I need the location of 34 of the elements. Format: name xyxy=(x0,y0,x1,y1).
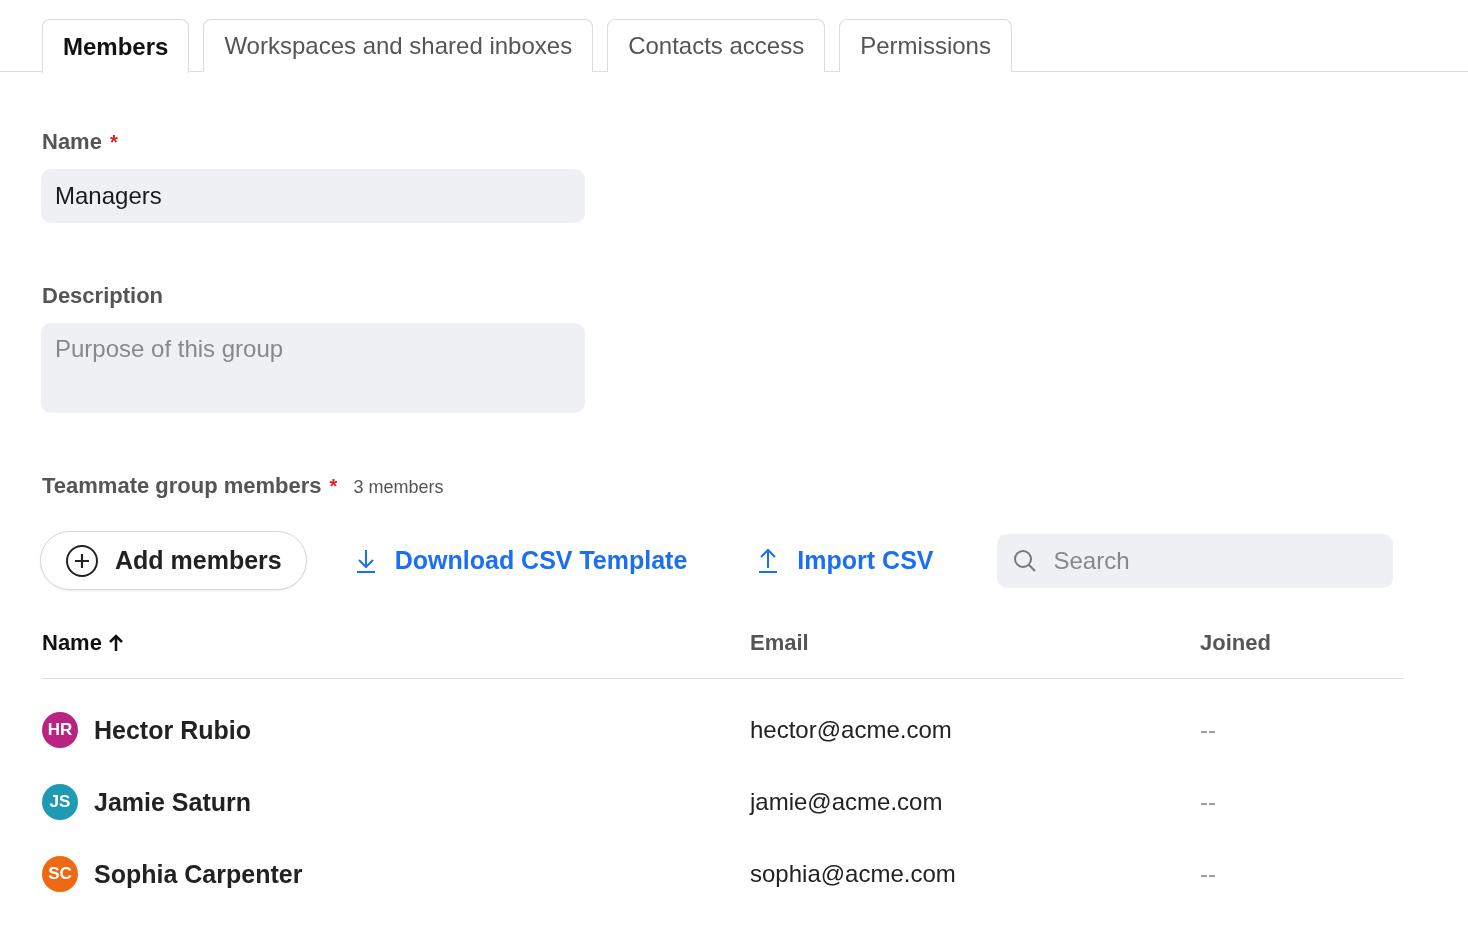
joined-date: -- xyxy=(1200,716,1216,743)
tab[interactable]: Members xyxy=(42,19,190,73)
column-header[interactable]: Joined xyxy=(1200,630,1404,656)
column-header[interactable]: Name xyxy=(42,630,750,656)
joined-date: -- xyxy=(1200,788,1216,815)
tab[interactable]: Permissions xyxy=(839,19,1012,72)
member-email: jamie@acme.com xyxy=(750,788,944,816)
field-label: Description xyxy=(42,283,164,309)
avatar: JS xyxy=(42,784,78,820)
member-email: hector@acme.com xyxy=(750,716,953,744)
plus-circle-icon xyxy=(65,543,99,578)
field-label: Teammate group members xyxy=(42,473,322,499)
import-csv-link[interactable]: Import CSV xyxy=(757,546,934,575)
add-members-button[interactable]: Add members xyxy=(40,531,307,590)
tab[interactable]: Workspaces and shared inboxes xyxy=(203,19,594,72)
avatar: SC xyxy=(42,856,78,892)
download-icon xyxy=(354,547,377,574)
download-csv-link[interactable]: Download CSV Template xyxy=(354,546,688,575)
member-email: sophia@acme.com xyxy=(750,860,957,888)
joined-date: -- xyxy=(1200,860,1216,887)
required-mark: * xyxy=(109,131,118,154)
required-mark: * xyxy=(329,475,338,498)
tab[interactable]: Contacts access xyxy=(607,19,826,72)
upload-icon xyxy=(757,547,780,574)
name-input[interactable]: Managers xyxy=(41,169,585,223)
member-name: Hector Rubio xyxy=(94,715,251,745)
member-count: 3 members xyxy=(353,477,444,498)
field-label: Name xyxy=(42,129,102,155)
member-name: Sophia Carpenter xyxy=(94,859,303,889)
member-name: Jamie Saturn xyxy=(94,787,251,817)
description-input[interactable]: Purpose of this group xyxy=(41,323,585,413)
column-header[interactable]: Email xyxy=(750,630,1200,656)
search-field[interactable]: Search xyxy=(997,533,1394,588)
avatar: HR xyxy=(42,712,78,748)
